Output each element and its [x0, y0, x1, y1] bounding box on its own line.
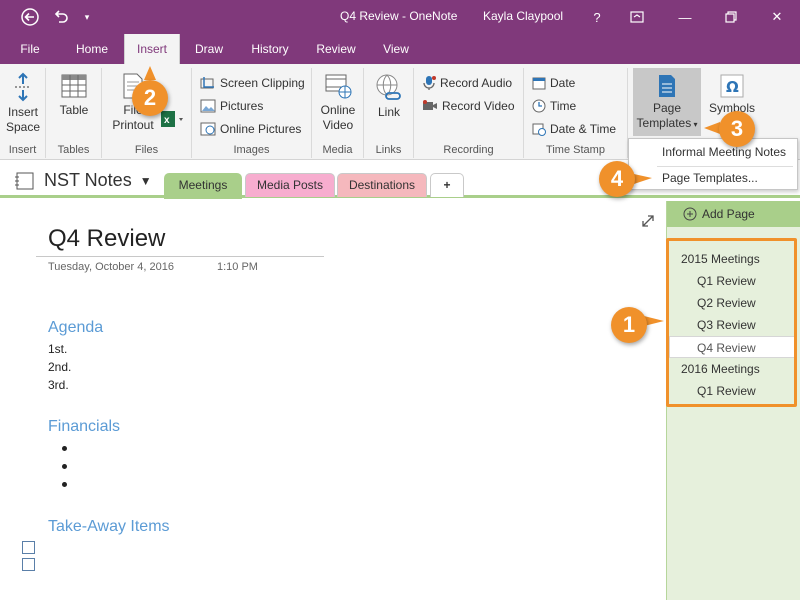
- callout-pointers: [144, 66, 720, 326]
- callout-1: 1: [611, 307, 647, 343]
- callout-2: 2: [132, 80, 168, 116]
- callout-3: 3: [719, 111, 755, 147]
- callout-4: 4: [599, 161, 635, 197]
